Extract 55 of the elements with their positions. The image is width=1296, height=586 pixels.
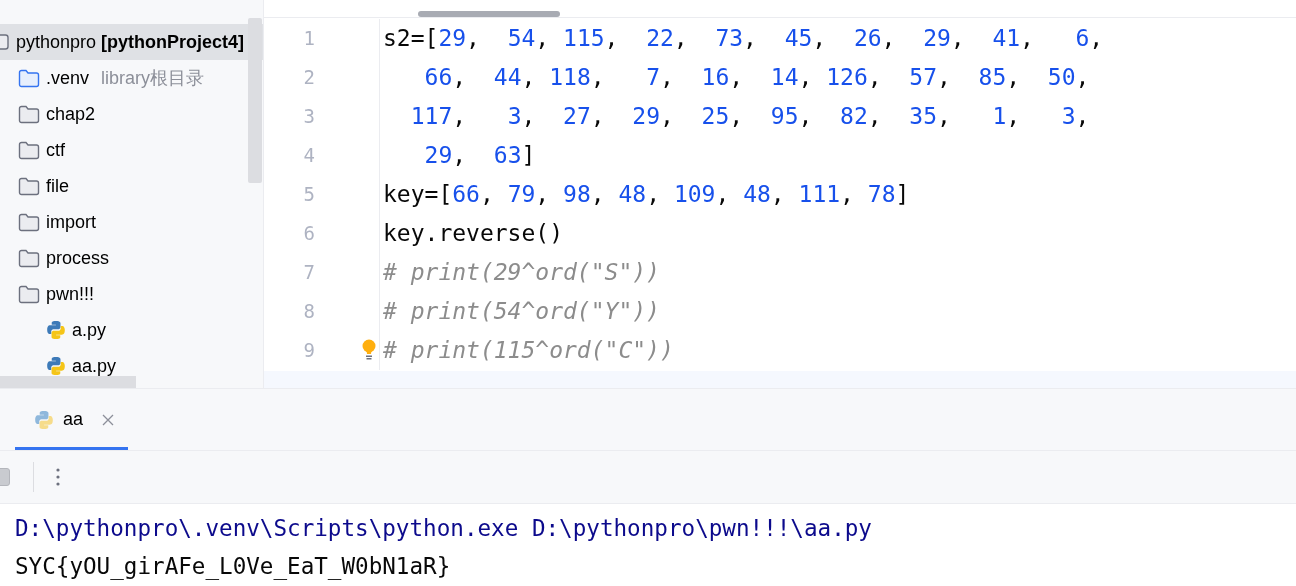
line-number: 5 (264, 175, 380, 214)
scrollbar-thumb[interactable] (248, 18, 262, 183)
item-label: pythonpro [pythonProject4] (16, 31, 245, 53)
tree-item[interactable]: aa.py (0, 356, 263, 376)
lightbulb-icon[interactable] (362, 339, 376, 361)
code-line: 117, 3, 27, 29, 25, 95, 82, 35, 1, 3, (409, 102, 1090, 131)
tree-item[interactable]: ctf (0, 140, 263, 160)
scrollbar-thumb[interactable] (418, 11, 560, 17)
folder-icon (18, 212, 40, 232)
code-comment: # print(29^ord("S")) (382, 258, 660, 287)
line-number: 8 (264, 292, 380, 331)
line-number: 7 (264, 253, 380, 292)
more-menu-icon[interactable] (56, 468, 60, 486)
item-label: ctf (46, 139, 65, 161)
item-hint: library根目录 (101, 67, 205, 90)
folder-icon (18, 104, 40, 124)
item-label: chap2 (46, 103, 96, 125)
item-label: file (46, 175, 69, 197)
code-line: s2=[29, 54, 115, 22, 73, 45, 26, 29, 41, 6, (382, 24, 1104, 53)
folder-icon (18, 284, 40, 304)
tree-item[interactable]: import (0, 212, 263, 232)
tree-item[interactable]: process (0, 248, 263, 268)
python-file-icon (46, 356, 66, 376)
tree-item[interactable]: chap2 (0, 104, 263, 124)
scrollbar-thumb[interactable] (0, 376, 136, 388)
python-file-icon (46, 320, 66, 340)
output-line: SYC{yOU_girAFe_L0Ve_EaT_W0bN1aR} (15, 552, 452, 582)
code-line: key.reverse() (382, 219, 563, 248)
item-label: pwn!!! (46, 283, 95, 305)
line-number: 1 (264, 19, 380, 58)
folder-icon (18, 248, 40, 268)
tree-item[interactable]: file (0, 176, 263, 196)
item-label: a.py (72, 319, 107, 341)
folder-icon (18, 140, 40, 160)
folder-icon (18, 68, 40, 88)
tree-item[interactable]: .venv library根目录 (0, 68, 263, 88)
folder-icon (18, 176, 40, 196)
code-line: 29, 63] (423, 141, 536, 170)
python-icon (34, 409, 54, 430)
item-label: import (46, 211, 96, 233)
item-label: process (46, 247, 110, 269)
code-line: key=[66, 79, 98, 48, 109, 48, 111, 78] (382, 180, 910, 209)
tree-item[interactable]: pwn!!! (0, 284, 263, 304)
line-number: 4 (264, 136, 380, 175)
line-number: 2 (264, 58, 380, 97)
item-label: .venv (46, 67, 90, 89)
code-comment: # print(115^ord("C")) (382, 336, 674, 365)
code-line: 66, 44, 118, 7, 16, 14, 126, 57, 85, 50, (423, 63, 1090, 92)
line-number: 6 (264, 214, 380, 253)
line-number: 3 (264, 97, 380, 136)
close-icon[interactable] (102, 413, 115, 426)
tree-item[interactable]: a.py (0, 320, 263, 340)
item-label: aa.py (72, 355, 117, 377)
code-comment: # print(54^ord("Y")) (382, 297, 660, 326)
command-line: D:\pythonpro\.venv\Scripts\python.exe D:\pythonpro\pwn!!!\aa.py (15, 514, 873, 543)
